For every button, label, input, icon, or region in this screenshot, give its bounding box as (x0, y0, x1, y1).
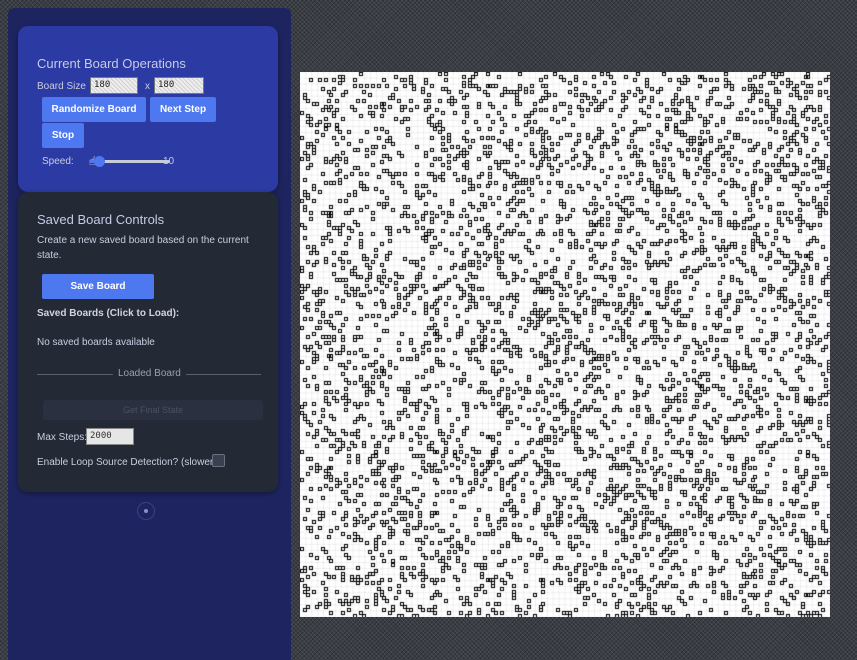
saved-board-controls-title: Saved Board Controls (37, 212, 165, 227)
saved-board-description: Create a new saved board based on the cu… (37, 235, 249, 261)
get-final-state-button[interactable]: Get Final State (43, 400, 263, 420)
no-saved-boards-text: No saved boards available (37, 337, 155, 348)
randomize-board-button[interactable]: Randomize Board (42, 97, 146, 122)
next-step-button[interactable]: Next Step (150, 97, 216, 122)
loop-detection-label: Enable Loop Source Detection? (slower) (37, 457, 217, 468)
board-height-input[interactable]: 180 (154, 77, 204, 94)
spinner-dot (144, 509, 148, 513)
saved-board-controls-card: Saved Board Controls Create a new saved … (18, 192, 278, 492)
times-symbol: x (145, 81, 150, 92)
save-board-button[interactable]: Save Board (42, 274, 154, 299)
loaded-board-label: Loaded Board (118, 368, 181, 379)
board-size-label: Board Size (37, 81, 86, 92)
board-width-input[interactable]: 180 (90, 77, 138, 94)
sidebar: Current Board Operations Board Size 180 … (8, 8, 291, 660)
stop-button[interactable]: Stop (42, 123, 84, 148)
loading-spinner-icon (137, 502, 155, 520)
loaded-board-divider-left (37, 374, 113, 375)
max-steps-input[interactable]: 2000 (86, 428, 134, 445)
game-board-canvas[interactable] (300, 72, 830, 617)
saved-boards-heading: Saved Boards (Click to Load): (37, 308, 180, 319)
game-board[interactable] (300, 72, 830, 617)
max-steps-label: Max Steps: (37, 432, 88, 443)
speed-slider[interactable] (90, 156, 170, 167)
speed-value: 10 (163, 156, 175, 167)
loop-detection-checkbox[interactable] (212, 454, 225, 467)
speed-slider-thumb[interactable] (94, 156, 105, 167)
speed-label: Speed: (42, 156, 74, 167)
board-operations-card: Current Board Operations Board Size 180 … (18, 26, 278, 192)
loaded-board-divider-right (186, 374, 261, 375)
board-operations-title: Current Board Operations (37, 56, 186, 71)
